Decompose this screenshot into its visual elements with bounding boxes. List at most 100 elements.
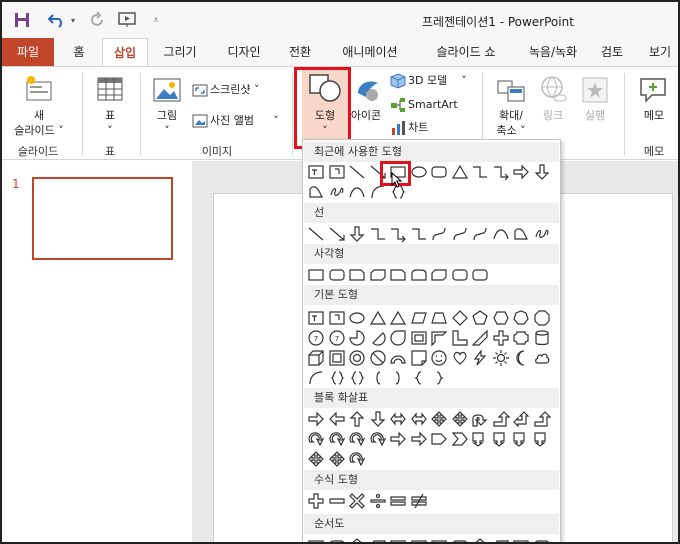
- rect-shape-icon[interactable]: [307, 266, 325, 284]
- round-shape-icon[interactable]: [328, 266, 346, 284]
- line-shape-icon[interactable]: [348, 163, 366, 181]
- photo-album-icon[interactable]: [192, 113, 208, 132]
- nosymbol-shape-icon[interactable]: [369, 349, 387, 367]
- flowalt-shape-icon[interactable]: [328, 536, 346, 542]
- rbrace-shape-icon[interactable]: [430, 369, 448, 387]
- 3d-model-label[interactable]: 3D 모델: [408, 74, 458, 88]
- circarrow-shape-icon[interactable]: [328, 430, 346, 448]
- table-label[interactable]: 표: [98, 109, 122, 123]
- lbracket-shape-icon[interactable]: [369, 369, 387, 387]
- octagon-shape-icon[interactable]: [533, 309, 551, 327]
- zoom-label-2[interactable]: 축소 ˅: [488, 124, 534, 138]
- present-icon[interactable]: [116, 10, 138, 30]
- brace-shape-icon[interactable]: [328, 369, 346, 387]
- darrow-shape-icon[interactable]: [533, 163, 551, 181]
- scurve-shape-icon[interactable]: [451, 225, 469, 243]
- tab-view[interactable]: 보기: [640, 38, 678, 66]
- zoom-icon[interactable]: [496, 75, 526, 108]
- plaque-shape-icon[interactable]: [512, 329, 530, 347]
- picture-caret[interactable]: ˅: [152, 124, 182, 138]
- trapezoid-shape-icon[interactable]: [430, 309, 448, 327]
- frame-shape-icon[interactable]: [410, 329, 428, 347]
- tri-shape-icon[interactable]: [369, 309, 387, 327]
- photo-album-label[interactable]: 사진 앨범: [210, 114, 266, 128]
- lrarrow-shape-icon[interactable]: [410, 410, 428, 428]
- flowdata-shape-icon[interactable]: [369, 536, 387, 542]
- lshape-shape-icon[interactable]: [451, 329, 469, 347]
- num-shape-icon[interactable]: 7: [328, 329, 346, 347]
- oval-shape-icon[interactable]: [348, 309, 366, 327]
- picture-icon[interactable]: [152, 75, 182, 108]
- moon-shape-icon[interactable]: [512, 349, 530, 367]
- freeform-shape-icon[interactable]: [307, 183, 325, 201]
- picture-label[interactable]: 그림: [152, 109, 182, 123]
- donut-shape-icon[interactable]: [348, 349, 366, 367]
- new-slide-label-1[interactable]: 새: [22, 109, 56, 123]
- diag-shape-icon[interactable]: [471, 329, 489, 347]
- tab-record[interactable]: 녹음/녹화: [514, 38, 592, 66]
- can-shape-icon[interactable]: [533, 329, 551, 347]
- table-icon[interactable]: [96, 75, 124, 106]
- flowproc-shape-icon[interactable]: [410, 536, 428, 542]
- teardrop-shape-icon[interactable]: [389, 329, 407, 347]
- flowalt-shape-icon[interactable]: [451, 536, 469, 542]
- cross-shape-icon[interactable]: [307, 450, 325, 468]
- elbow-shape-icon[interactable]: [471, 163, 489, 181]
- arc-shape-icon[interactable]: [307, 369, 325, 387]
- icons-label[interactable]: 아이콘: [346, 109, 386, 123]
- equal-shape-icon[interactable]: [389, 492, 407, 510]
- snip2-shape-icon[interactable]: [430, 266, 448, 284]
- line-shape-icon[interactable]: [307, 225, 325, 243]
- darrow-shape-icon[interactable]: [348, 225, 366, 243]
- chart-label[interactable]: 차트: [408, 121, 448, 135]
- rarrow-shape-icon[interactable]: [307, 410, 325, 428]
- flowalt-shape-icon[interactable]: [533, 536, 551, 542]
- homeplate-shape-icon[interactable]: [430, 430, 448, 448]
- circarrow-shape-icon[interactable]: [348, 450, 366, 468]
- callout-shape-icon[interactable]: [512, 430, 530, 448]
- round-shape-icon[interactable]: [430, 163, 448, 181]
- circarrow-shape-icon[interactable]: [348, 430, 366, 448]
- cross-shape-icon[interactable]: [430, 410, 448, 428]
- customize-icon[interactable]: ⩡: [150, 10, 162, 30]
- freeform-shape-icon[interactable]: [512, 225, 530, 243]
- smartart-icon[interactable]: [390, 97, 406, 116]
- flowproc-shape-icon[interactable]: [307, 536, 325, 542]
- textbox-shape-icon[interactable]: [307, 163, 325, 181]
- smartart-label[interactable]: SmartArt: [408, 98, 468, 112]
- cube-shape-icon[interactable]: [307, 349, 325, 367]
- scurve-shape-icon[interactable]: [471, 225, 489, 243]
- leftup-shape-icon[interactable]: [512, 410, 530, 428]
- tab-animations[interactable]: 애니메이션: [326, 38, 414, 66]
- comment-icon[interactable]: [638, 75, 668, 108]
- round-shape-icon[interactable]: [471, 266, 489, 284]
- notequal-shape-icon[interactable]: [410, 492, 428, 510]
- icons-icon[interactable]: [352, 73, 382, 108]
- textbox-shape-icon[interactable]: [307, 309, 325, 327]
- bolt-shape-icon[interactable]: [471, 349, 489, 367]
- rarrow-shape-icon[interactable]: [410, 430, 428, 448]
- flowdec-shape-icon[interactable]: [348, 536, 366, 542]
- cross-shape-icon[interactable]: [328, 450, 346, 468]
- redo-icon[interactable]: [88, 10, 106, 30]
- plus-shape-icon[interactable]: [307, 492, 325, 510]
- diamond-shape-icon[interactable]: [451, 309, 469, 327]
- bentup-shape-icon[interactable]: [492, 410, 510, 428]
- roundtop-shape-icon[interactable]: [410, 266, 428, 284]
- elbowarr-shape-icon[interactable]: [492, 163, 510, 181]
- uturn-shape-icon[interactable]: [471, 410, 489, 428]
- curve-shape-icon[interactable]: [492, 225, 510, 243]
- bevel-shape-icon[interactable]: [328, 349, 346, 367]
- hexagon-shape-icon[interactable]: [492, 309, 510, 327]
- comment-label[interactable]: 메모: [636, 109, 672, 123]
- cross-shape-icon[interactable]: [451, 410, 469, 428]
- flowproc-shape-icon[interactable]: [512, 536, 530, 542]
- chart-icon[interactable]: [390, 120, 406, 139]
- flowdata-shape-icon[interactable]: [492, 536, 510, 542]
- smiley-shape-icon[interactable]: [430, 349, 448, 367]
- folded-shape-icon[interactable]: [410, 349, 428, 367]
- snip2-shape-icon[interactable]: [369, 266, 387, 284]
- divide-shape-icon[interactable]: [369, 492, 387, 510]
- oval-shape-icon[interactable]: [410, 163, 428, 181]
- tab-slideshow[interactable]: 슬라이드 쇼: [418, 38, 514, 66]
